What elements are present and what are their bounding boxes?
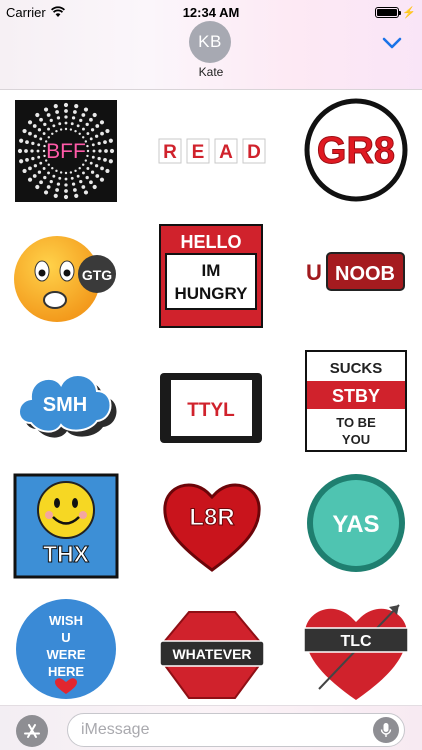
gr8-text: GR8: [317, 130, 395, 172]
contact-name[interactable]: Kate: [0, 65, 422, 79]
microphone-icon: [380, 723, 392, 737]
app-store-button[interactable]: [16, 715, 48, 747]
conversation-header: Carrier 12:34 AM ⚡ KB Kate: [0, 0, 422, 90]
sticker-wish-u-were-here[interactable]: WISH U WERE HERE: [11, 597, 121, 707]
wish-line1: WISH: [49, 613, 83, 628]
hello-line2: IM: [202, 261, 221, 280]
read-letter-1: R: [158, 138, 182, 164]
yas-text: YAS: [332, 511, 379, 538]
tlc-text: TLC: [340, 633, 372, 650]
unoob-noob-text: NOOB: [335, 263, 395, 285]
thx-text: THX: [43, 541, 90, 567]
sticker-sucks-to-be-you[interactable]: SUCKS STBY TO BE YOU: [301, 345, 411, 455]
sticker-tlc[interactable]: TLC: [301, 597, 411, 707]
unoob-u-text: U: [306, 260, 322, 285]
bff-text: BFF: [46, 140, 86, 163]
dictation-button[interactable]: [373, 717, 399, 743]
battery-status: ⚡: [372, 4, 416, 20]
l8r-text: L8R: [189, 504, 234, 531]
sucks-line2: STBY: [332, 386, 380, 406]
wish-line4: HERE: [48, 664, 84, 679]
sticker-whatever[interactable]: WHATEVER: [157, 598, 267, 708]
read-letter-3: A: [214, 138, 238, 164]
gtg-text: GTG: [82, 267, 112, 283]
imessage-field-container[interactable]: [67, 713, 405, 747]
hello-line1: HELLO: [181, 232, 242, 252]
sticker-gtg[interactable]: GTG: [11, 231, 121, 341]
clock: 12:34 AM: [182, 4, 240, 20]
sucks-line3: TO BE: [336, 415, 376, 430]
sucks-line4: YOU: [342, 432, 370, 447]
read-letter-4: D: [242, 138, 266, 164]
smh-text: SMH: [43, 394, 87, 416]
app-store-icon: [24, 724, 40, 738]
hello-line3: HUNGRY: [174, 284, 248, 303]
sticker-ttyl[interactable]: TTYL: [157, 352, 267, 462]
smiley-icon: [37, 481, 95, 539]
ttyl-text: TTYL: [187, 400, 235, 421]
battery-icon: [375, 6, 402, 18]
sticker-unoob[interactable]: U NOOB: [301, 218, 411, 328]
collapse-chevron-icon[interactable]: [382, 37, 402, 50]
sticker-read[interactable]: R E A D: [157, 95, 267, 205]
sticker-thx[interactable]: THX: [11, 470, 121, 580]
sticker-l8r[interactable]: L8R: [157, 470, 267, 580]
svg-text:D: D: [247, 142, 261, 163]
imessage-input[interactable]: [81, 714, 371, 746]
sucks-line1: SUCKS: [330, 360, 383, 377]
charging-bolt-icon: ⚡: [402, 6, 416, 19]
message-compose-bar: [0, 705, 422, 750]
imessage-sticker-screen: Carrier 12:34 AM ⚡ KB Kate BFF R E A D G…: [0, 0, 422, 750]
svg-text:R: R: [163, 142, 177, 163]
whatever-text: WHATEVER: [172, 646, 251, 662]
svg-text:E: E: [192, 142, 205, 163]
wish-line3: WERE: [47, 647, 86, 662]
sticker-yas[interactable]: YAS: [301, 470, 411, 580]
svg-text:A: A: [219, 142, 233, 163]
contact-avatar[interactable]: KB: [189, 21, 231, 63]
sticker-smh[interactable]: SMH: [11, 349, 121, 459]
sticker-hello-im-hungry[interactable]: HELLO IM HUNGRY: [157, 221, 267, 331]
read-letter-2: E: [186, 138, 210, 164]
sticker-bff[interactable]: BFF: [11, 95, 121, 205]
wish-line2: U: [61, 630, 70, 645]
sticker-gr8[interactable]: GR8: [301, 95, 411, 205]
